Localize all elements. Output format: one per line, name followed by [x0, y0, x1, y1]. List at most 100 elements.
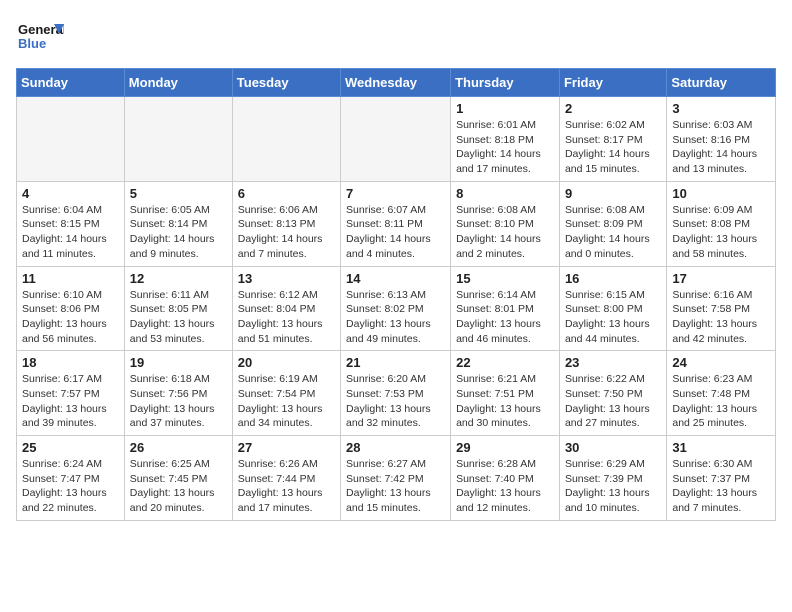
calendar-week-2: 4 Sunrise: 6:04 AMSunset: 8:15 PMDaylight…: [17, 181, 776, 266]
day-number: 22: [456, 355, 554, 370]
day-info: Sunrise: 6:04 AMSunset: 8:15 PMDaylight:…: [22, 203, 119, 262]
day-number: 12: [130, 271, 227, 286]
day-number: 8: [456, 186, 554, 201]
calendar-cell: 24 Sunrise: 6:23 AMSunset: 7:48 PMDayligh…: [667, 351, 776, 436]
calendar-cell: [17, 97, 125, 182]
day-info: Sunrise: 6:07 AMSunset: 8:11 PMDaylight:…: [346, 203, 445, 262]
calendar-cell: 20 Sunrise: 6:19 AMSunset: 7:54 PMDayligh…: [232, 351, 340, 436]
calendar-cell: 13 Sunrise: 6:12 AMSunset: 8:04 PMDayligh…: [232, 266, 340, 351]
day-number: 24: [672, 355, 770, 370]
day-number: 10: [672, 186, 770, 201]
weekday-header-wednesday: Wednesday: [341, 69, 451, 97]
day-info: Sunrise: 6:23 AMSunset: 7:48 PMDaylight:…: [672, 372, 770, 431]
calendar-cell: 23 Sunrise: 6:22 AMSunset: 7:50 PMDayligh…: [559, 351, 666, 436]
calendar-cell: 2 Sunrise: 6:02 AMSunset: 8:17 PMDaylight…: [559, 97, 666, 182]
weekday-header-friday: Friday: [559, 69, 666, 97]
day-info: Sunrise: 6:11 AMSunset: 8:05 PMDaylight:…: [130, 288, 227, 347]
day-number: 11: [22, 271, 119, 286]
calendar-cell: 28Sunrise: 6:27 AMSunset: 7:42 PMDayligh…: [341, 436, 451, 521]
day-number: 5: [130, 186, 227, 201]
day-number: 19: [130, 355, 227, 370]
day-number: 1: [456, 101, 554, 116]
calendar-cell: 8 Sunrise: 6:08 AMSunset: 8:10 PMDaylight…: [451, 181, 560, 266]
day-info: Sunrise: 6:10 AMSunset: 8:06 PMDaylight:…: [22, 288, 119, 347]
day-info: Sunrise: 6:06 AMSunset: 8:13 PMDaylight:…: [238, 203, 335, 262]
day-info: Sunrise: 6:30 AMSunset: 7:37 PMDaylight:…: [672, 457, 770, 516]
calendar-cell: 14Sunrise: 6:13 AMSunset: 8:02 PMDayligh…: [341, 266, 451, 351]
calendar-week-4: 18 Sunrise: 6:17 AMSunset: 7:57 PMDayligh…: [17, 351, 776, 436]
day-number: 29: [456, 440, 554, 455]
day-number: 17: [672, 271, 770, 286]
day-number: 28: [346, 440, 445, 455]
day-number: 23: [565, 355, 661, 370]
calendar-cell: 12 Sunrise: 6:11 AMSunset: 8:05 PMDayligh…: [124, 266, 232, 351]
day-info: Sunrise: 6:12 AMSunset: 8:04 PMDaylight:…: [238, 288, 335, 347]
day-number: 7: [346, 186, 445, 201]
day-number: 13: [238, 271, 335, 286]
calendar-table: SundayMondayTuesdayWednesdayThursdayFrid…: [16, 68, 776, 521]
logo: General Blue: [16, 16, 66, 56]
day-info: Sunrise: 6:14 AMSunset: 8:01 PMDaylight:…: [456, 288, 554, 347]
day-number: 20: [238, 355, 335, 370]
calendar-cell: 3 Sunrise: 6:03 AMSunset: 8:16 PMDaylight…: [667, 97, 776, 182]
calendar-cell: 7 Sunrise: 6:07 AMSunset: 8:11 PMDaylight…: [341, 181, 451, 266]
day-info: Sunrise: 6:22 AMSunset: 7:50 PMDaylight:…: [565, 372, 661, 431]
calendar-cell: 30 Sunrise: 6:29 AMSunset: 7:39 PMDayligh…: [559, 436, 666, 521]
calendar-cell: 5 Sunrise: 6:05 AMSunset: 8:14 PMDaylight…: [124, 181, 232, 266]
calendar-week-5: 25 Sunrise: 6:24 AMSunset: 7:47 PMDayligh…: [17, 436, 776, 521]
day-number: 2: [565, 101, 661, 116]
day-info: Sunrise: 6:25 AMSunset: 7:45 PMDaylight:…: [130, 457, 227, 516]
calendar-cell: 11 Sunrise: 6:10 AMSunset: 8:06 PMDayligh…: [17, 266, 125, 351]
calendar-cell: [124, 97, 232, 182]
day-info: Sunrise: 6:08 AMSunset: 8:09 PMDaylight:…: [565, 203, 661, 262]
day-info: Sunrise: 6:05 AMSunset: 8:14 PMDaylight:…: [130, 203, 227, 262]
day-number: 21: [346, 355, 445, 370]
day-number: 15: [456, 271, 554, 286]
weekday-header-tuesday: Tuesday: [232, 69, 340, 97]
calendar-week-3: 11 Sunrise: 6:10 AMSunset: 8:06 PMDayligh…: [17, 266, 776, 351]
day-info: Sunrise: 6:19 AMSunset: 7:54 PMDaylight:…: [238, 372, 335, 431]
weekday-header-saturday: Saturday: [667, 69, 776, 97]
day-number: 9: [565, 186, 661, 201]
day-info: Sunrise: 6:02 AMSunset: 8:17 PMDaylight:…: [565, 118, 661, 177]
calendar-cell: 22 Sunrise: 6:21 AMSunset: 7:51 PMDayligh…: [451, 351, 560, 436]
day-info: Sunrise: 6:17 AMSunset: 7:57 PMDaylight:…: [22, 372, 119, 431]
calendar-cell: 9 Sunrise: 6:08 AMSunset: 8:09 PMDaylight…: [559, 181, 666, 266]
day-info: Sunrise: 6:03 AMSunset: 8:16 PMDaylight:…: [672, 118, 770, 177]
day-number: 18: [22, 355, 119, 370]
day-number: 3: [672, 101, 770, 116]
calendar-cell: 16 Sunrise: 6:15 AMSunset: 8:00 PMDayligh…: [559, 266, 666, 351]
day-info: Sunrise: 6:13 AMSunset: 8:02 PMDaylight:…: [346, 288, 445, 347]
calendar-cell: [232, 97, 340, 182]
day-info: Sunrise: 6:21 AMSunset: 7:51 PMDaylight:…: [456, 372, 554, 431]
svg-text:Blue: Blue: [18, 36, 46, 51]
calendar-cell: 25 Sunrise: 6:24 AMSunset: 7:47 PMDayligh…: [17, 436, 125, 521]
calendar-cell: 31Sunrise: 6:30 AMSunset: 7:37 PMDayligh…: [667, 436, 776, 521]
day-number: 16: [565, 271, 661, 286]
calendar-cell: 6 Sunrise: 6:06 AMSunset: 8:13 PMDaylight…: [232, 181, 340, 266]
calendar-cell: 18 Sunrise: 6:17 AMSunset: 7:57 PMDayligh…: [17, 351, 125, 436]
day-info: Sunrise: 6:29 AMSunset: 7:39 PMDaylight:…: [565, 457, 661, 516]
day-info: Sunrise: 6:08 AMSunset: 8:10 PMDaylight:…: [456, 203, 554, 262]
calendar-week-1: 1 Sunrise: 6:01 AMSunset: 8:18 PMDaylight…: [17, 97, 776, 182]
weekday-header-row: SundayMondayTuesdayWednesdayThursdayFrid…: [17, 69, 776, 97]
logo-icon: General Blue: [16, 16, 64, 56]
calendar-cell: 1 Sunrise: 6:01 AMSunset: 8:18 PMDaylight…: [451, 97, 560, 182]
day-info: Sunrise: 6:09 AMSunset: 8:08 PMDaylight:…: [672, 203, 770, 262]
day-info: Sunrise: 6:26 AMSunset: 7:44 PMDaylight:…: [238, 457, 335, 516]
day-info: Sunrise: 6:20 AMSunset: 7:53 PMDaylight:…: [346, 372, 445, 431]
day-info: Sunrise: 6:15 AMSunset: 8:00 PMDaylight:…: [565, 288, 661, 347]
day-info: Sunrise: 6:01 AMSunset: 8:18 PMDaylight:…: [456, 118, 554, 177]
day-number: 25: [22, 440, 119, 455]
day-number: 6: [238, 186, 335, 201]
day-number: 4: [22, 186, 119, 201]
calendar-cell: 29Sunrise: 6:28 AMSunset: 7:40 PMDayligh…: [451, 436, 560, 521]
day-info: Sunrise: 6:24 AMSunset: 7:47 PMDaylight:…: [22, 457, 119, 516]
calendar-cell: 10 Sunrise: 6:09 AMSunset: 8:08 PMDayligh…: [667, 181, 776, 266]
calendar-cell: [341, 97, 451, 182]
calendar-cell: 27Sunrise: 6:26 AMSunset: 7:44 PMDayligh…: [232, 436, 340, 521]
day-number: 26: [130, 440, 227, 455]
day-info: Sunrise: 6:16 AMSunset: 7:58 PMDaylight:…: [672, 288, 770, 347]
calendar-cell: 17 Sunrise: 6:16 AMSunset: 7:58 PMDayligh…: [667, 266, 776, 351]
day-number: 30: [565, 440, 661, 455]
